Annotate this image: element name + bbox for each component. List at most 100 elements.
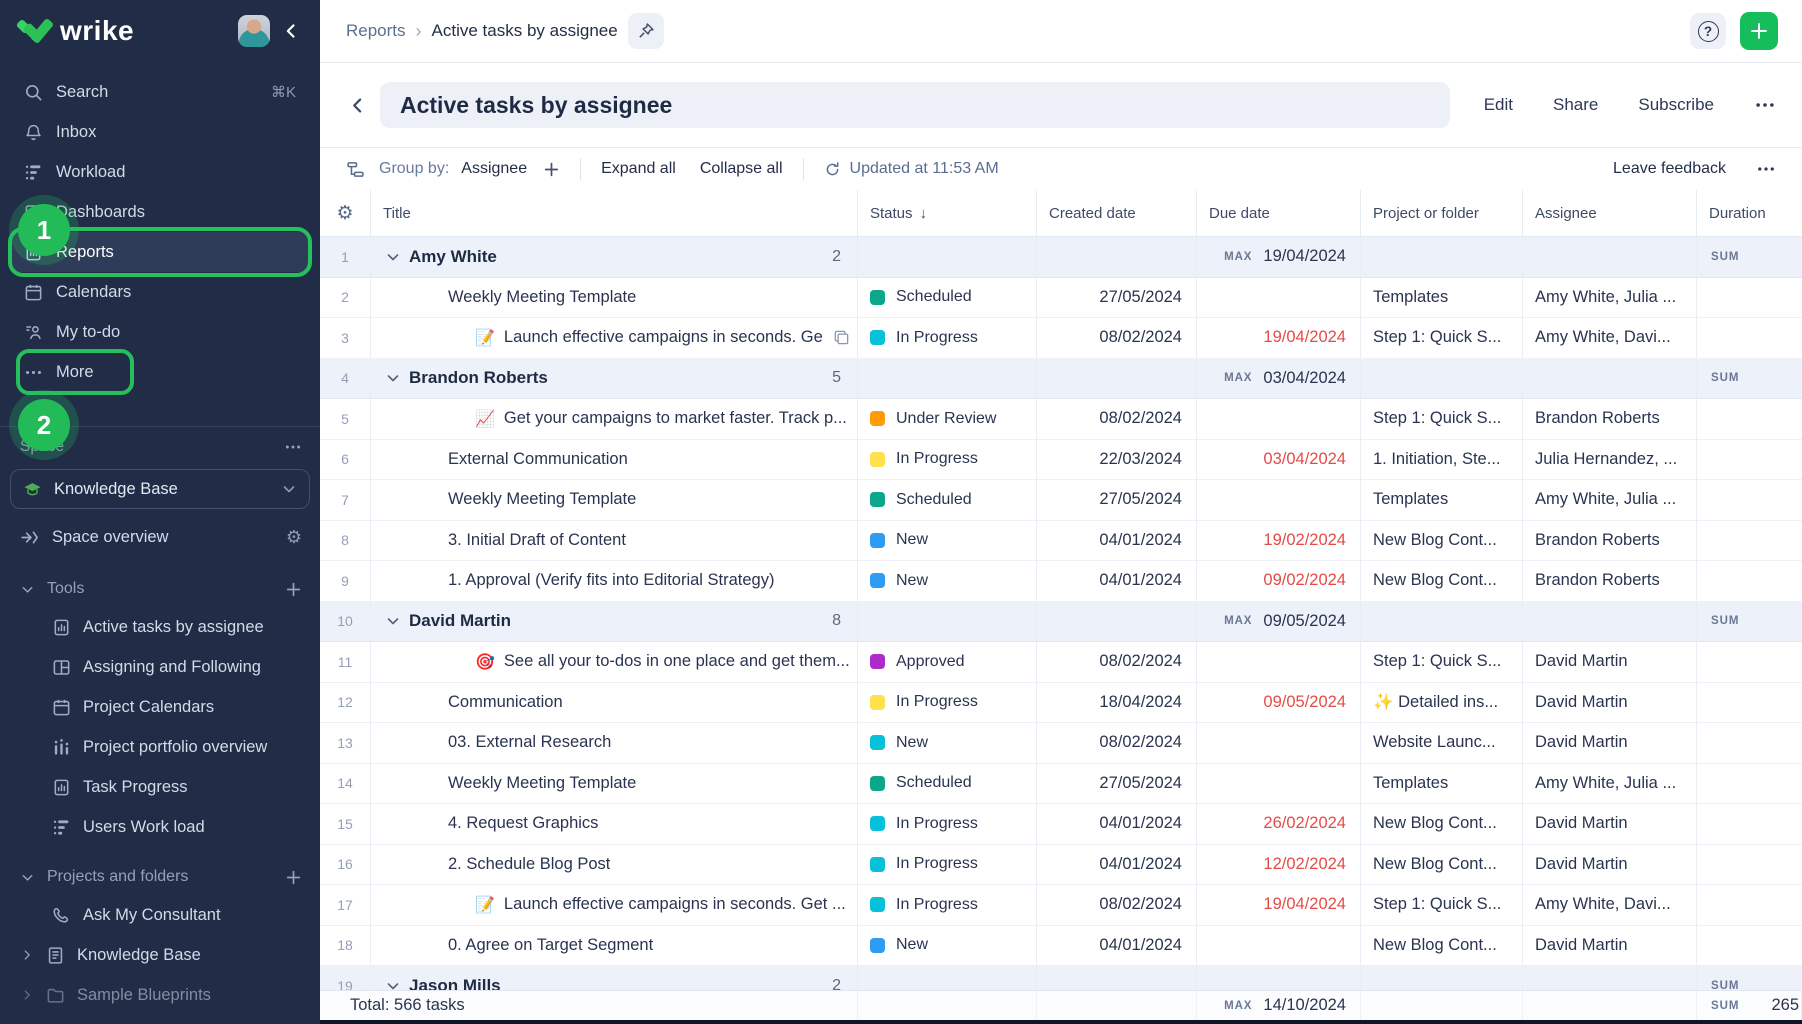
sidebar-tool-item[interactable]: Project portfolio overview (0, 727, 320, 767)
column-header-assignee[interactable]: Assignee (1523, 190, 1697, 236)
sidebar-tool-item[interactable]: Users Work load (0, 807, 320, 847)
task-assignee-cell[interactable]: David Martin (1523, 642, 1697, 682)
task-due-cell[interactable] (1197, 399, 1361, 439)
more-actions-icon[interactable] (1754, 94, 1776, 116)
space-menu-icon[interactable] (284, 438, 302, 456)
task-duration-cell[interactable] (1697, 804, 1802, 844)
group-title-cell[interactable]: Brandon Roberts5 (371, 359, 858, 399)
leave-feedback-button[interactable]: Leave feedback (1613, 160, 1726, 178)
task-project-cell[interactable]: New Blog Cont... (1361, 804, 1523, 844)
group-title-cell[interactable]: Jason Mills2 (371, 966, 858, 990)
task-created-cell[interactable]: 08/02/2024 (1037, 885, 1197, 925)
task-project-cell[interactable]: Templates (1361, 278, 1523, 318)
task-row[interactable]: 12CommunicationIn Progress18/04/202409/0… (320, 683, 1802, 724)
task-status-cell[interactable]: Scheduled (858, 764, 1037, 804)
task-duration-cell[interactable] (1697, 399, 1802, 439)
task-created-cell[interactable]: 18/04/2024 (1037, 683, 1197, 723)
task-assignee-cell[interactable]: Amy White, Julia ... (1523, 764, 1697, 804)
help-button[interactable]: ? (1690, 13, 1726, 49)
column-header-duration[interactable]: Duration (1697, 190, 1802, 236)
sidebar-tool-item[interactable]: Active tasks by assignee (0, 607, 320, 647)
edit-button[interactable]: Edit (1484, 95, 1513, 115)
task-project-cell[interactable]: Templates (1361, 480, 1523, 520)
task-status-cell[interactable]: New (858, 723, 1037, 763)
task-project-cell[interactable]: New Blog Cont... (1361, 561, 1523, 601)
task-assignee-cell[interactable]: David Martin (1523, 683, 1697, 723)
task-title-cell[interactable]: 🎯See all your to-dos in one place and ge… (371, 642, 858, 682)
collapse-all-button[interactable]: Collapse all (700, 160, 783, 178)
sidebar-item-inbox[interactable]: Inbox (10, 112, 310, 152)
task-due-cell[interactable]: 26/02/2024 (1197, 804, 1361, 844)
task-title-cell[interactable]: 📈Get your campaigns to market faster. Tr… (371, 399, 858, 439)
task-title-cell[interactable]: Communication (371, 683, 858, 723)
task-duration-cell[interactable] (1697, 642, 1802, 682)
add-grouping-icon[interactable] (543, 161, 560, 178)
task-status-cell[interactable]: New (858, 561, 1037, 601)
task-due-cell[interactable] (1197, 278, 1361, 318)
task-created-cell[interactable]: 22/03/2024 (1037, 440, 1197, 480)
sidebar-project-item[interactable]: Sample Blueprints (0, 975, 320, 1015)
task-assignee-cell[interactable]: Brandon Roberts (1523, 561, 1697, 601)
task-project-cell[interactable]: New Blog Cont... (1361, 521, 1523, 561)
column-header-status[interactable]: Status ↓ (858, 190, 1037, 236)
task-title-cell[interactable]: External Communication (371, 440, 858, 480)
sidebar-project-item[interactable]: Ask My Consultant (0, 895, 320, 935)
task-row[interactable]: 17📝Launch effective campaigns in seconds… (320, 885, 1802, 926)
task-title-cell[interactable]: 0. Agree on Target Segment (371, 926, 858, 966)
chevR-icon[interactable] (20, 988, 34, 1002)
task-assignee-cell[interactable]: Brandon Roberts (1523, 399, 1697, 439)
task-created-cell[interactable]: 04/01/2024 (1037, 521, 1197, 561)
task-duration-cell[interactable] (1697, 440, 1802, 480)
chevD-icon[interactable] (385, 978, 401, 990)
sidebar-item-dashboards[interactable]: Dashboards (10, 192, 310, 232)
column-header-created-date[interactable]: Created date (1037, 190, 1197, 236)
toolbar-more-icon[interactable] (1756, 159, 1776, 179)
task-created-cell[interactable]: 08/02/2024 (1037, 399, 1197, 439)
space-selector[interactable]: Knowledge Base (10, 469, 310, 509)
task-project-cell[interactable]: New Blog Cont... (1361, 926, 1523, 966)
chevR-icon[interactable] (20, 948, 34, 962)
task-assignee-cell[interactable]: Amy White, Julia ... (1523, 278, 1697, 318)
task-assignee-cell[interactable]: Julia Hernandez, ... (1523, 440, 1697, 480)
sidebar-item-search[interactable]: Search⌘K (10, 72, 310, 112)
task-duration-cell[interactable] (1697, 318, 1802, 358)
task-title-cell[interactable]: 03. External Research (371, 723, 858, 763)
task-due-cell[interactable]: 03/04/2024 (1197, 440, 1361, 480)
task-row[interactable]: 5📈Get your campaigns to market faster. T… (320, 399, 1802, 440)
projects-section-header[interactable]: Projects and folders (0, 859, 320, 895)
group-row[interactable]: 4Brandon Roberts5MAX03/04/2024SUM (320, 359, 1802, 400)
task-created-cell[interactable]: 04/01/2024 (1037, 561, 1197, 601)
task-due-cell[interactable] (1197, 642, 1361, 682)
task-status-cell[interactable]: Scheduled (858, 278, 1037, 318)
task-created-cell[interactable]: 04/01/2024 (1037, 804, 1197, 844)
task-row[interactable]: 3📝Launch effective campaigns in seconds.… (320, 318, 1802, 359)
task-project-cell[interactable]: Step 1: Quick S... (1361, 642, 1523, 682)
task-due-cell[interactable]: 19/02/2024 (1197, 521, 1361, 561)
task-status-cell[interactable]: In Progress (858, 318, 1037, 358)
group-row[interactable]: 19Jason Mills2SUM (320, 966, 1802, 990)
expand-all-button[interactable]: Expand all (601, 160, 676, 178)
create-new-button[interactable] (1740, 12, 1778, 50)
task-due-cell[interactable]: 09/05/2024 (1197, 683, 1361, 723)
task-status-cell[interactable]: Scheduled (858, 480, 1037, 520)
task-status-cell[interactable]: Under Review (858, 399, 1037, 439)
column-settings-button[interactable]: ⚙ (320, 190, 371, 236)
task-created-cell[interactable]: 08/02/2024 (1037, 723, 1197, 763)
task-due-cell[interactable]: 19/04/2024 (1197, 318, 1361, 358)
task-created-cell[interactable]: 27/05/2024 (1037, 278, 1197, 318)
report-title-input[interactable]: Active tasks by assignee (380, 82, 1450, 128)
task-due-cell[interactable] (1197, 480, 1361, 520)
refresh-icon[interactable] (824, 161, 841, 178)
task-created-cell[interactable]: 08/02/2024 (1037, 318, 1197, 358)
task-duration-cell[interactable] (1697, 561, 1802, 601)
breadcrumb-reports-link[interactable]: Reports (346, 21, 406, 41)
task-title-cell[interactable]: 📝Launch effective campaigns in seconds. … (371, 885, 858, 925)
task-duration-cell[interactable] (1697, 480, 1802, 520)
subscribe-button[interactable]: Subscribe (1638, 95, 1714, 115)
task-status-cell[interactable]: In Progress (858, 885, 1037, 925)
tools-section-header[interactable]: Tools (0, 571, 320, 607)
wrike-logo[interactable]: wrike (16, 15, 134, 47)
task-assignee-cell[interactable]: David Martin (1523, 804, 1697, 844)
task-project-cell[interactable]: New Blog Cont... (1361, 845, 1523, 885)
task-created-cell[interactable]: 04/01/2024 (1037, 845, 1197, 885)
